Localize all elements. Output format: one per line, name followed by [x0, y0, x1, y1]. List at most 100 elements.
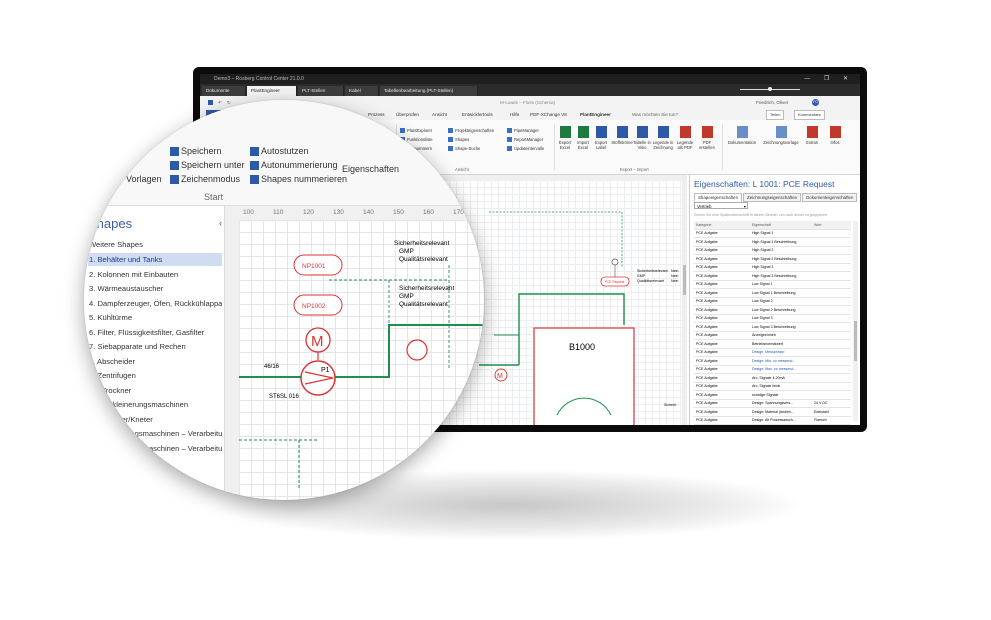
- tab-tabellenbearbeitung[interactable]: Tabellenbearbeitung (PLT-Stellen): [380, 86, 478, 96]
- properties-scrollbar[interactable]: [853, 221, 858, 421]
- legende-pdf-button[interactable]: Legende als PDF: [674, 126, 696, 150]
- shapes-nummerieren-button[interactable]: Shapes nummerieren: [250, 174, 347, 185]
- cell-val[interactable]: Flansch: [812, 416, 851, 425]
- cell-prop[interactable]: Design: Messprinzip: [750, 348, 812, 357]
- tab-dokumenteigenschaften[interactable]: Dokumenteigenschaften: [802, 193, 858, 202]
- cell-val[interactable]: [812, 390, 851, 400]
- cell-cat[interactable]: PCE Aufgabe: [694, 263, 750, 272]
- zeichnungsvorlage-button[interactable]: Zeichnungsvorlage: [761, 126, 801, 145]
- cell-val[interactable]: Edelstahl: [812, 407, 851, 417]
- cell-val[interactable]: [812, 237, 851, 247]
- updateintervalle-button[interactable]: Updateintervalle: [507, 146, 544, 152]
- stencil-item[interactable]: 7. Siebapparate und Rechen: [88, 340, 222, 353]
- vorlagen-button[interactable]: Vorlagen: [126, 174, 162, 184]
- cell-prop[interactable]: sonstige Signale: [750, 390, 812, 400]
- autostutzen-button[interactable]: Autostutzen: [250, 146, 309, 157]
- tabelle-visio-button[interactable]: Tabelle in Visio: [633, 126, 651, 150]
- table-row[interactable]: PCE Aufgabe High Signal 2 Beschreibung: [694, 254, 851, 264]
- cell-val[interactable]: [812, 373, 851, 383]
- cell-val[interactable]: [812, 339, 851, 349]
- cell-cat[interactable]: PCE Aufgabe: [694, 407, 750, 417]
- table-row[interactable]: PCE Aufgabe sonstige Signale: [694, 390, 851, 400]
- stencil-item[interactable]: 4. Dampferzeuger, Öfen, Rückkühlapparate: [88, 297, 222, 310]
- cell-prop[interactable]: Low Signal 3 Beschreibung: [750, 322, 812, 332]
- table-row[interactable]: PCE Aufgabe High Signal 3 Beschreibung: [694, 271, 851, 281]
- cell-cat[interactable]: PCE Aufgabe: [694, 424, 750, 425]
- table-row[interactable]: PCE Aufgabe Betriebsnormalwert: [694, 339, 851, 349]
- extras-button[interactable]: Extras: [803, 126, 821, 145]
- cell-prop[interactable]: High Signal 1 Beschreibung: [750, 237, 812, 247]
- cell-cat[interactable]: PCE Aufgabe: [694, 297, 750, 306]
- canvas-scrollbar[interactable]: [682, 175, 687, 425]
- cell-cat[interactable]: PCE Aufgabe: [694, 322, 750, 332]
- import-excel-button[interactable]: Import Excel: [574, 126, 592, 150]
- reportmanager-button[interactable]: ReportManager: [507, 137, 543, 143]
- table-row[interactable]: PCE Aufgabe Design: Messprinzip: [694, 348, 851, 357]
- table-row[interactable]: PCE AufgabeDesign: Nennweite Proze...40: [694, 424, 851, 425]
- cell-val[interactable]: [812, 314, 851, 323]
- table-row[interactable]: PCE Aufgabe Design: Spannungsvers... 24 V …: [694, 399, 851, 408]
- cell-val[interactable]: [812, 288, 851, 298]
- cell-cat[interactable]: PCE Aufgabe: [694, 416, 750, 425]
- infos-button[interactable]: Infos: [826, 126, 844, 145]
- cell-prop[interactable]: Low Signal 1 Beschreibung: [750, 288, 812, 298]
- cell-cat[interactable]: PCE Aufgabe: [694, 314, 750, 323]
- pdf-erstellen-button[interactable]: PDF erstellen: [696, 126, 718, 150]
- stencil-item[interactable]: 11. Zerkleinerungsmaschinen: [88, 398, 222, 411]
- cell-cat[interactable]: PCE Aufgabe: [694, 348, 750, 357]
- table-row[interactable]: PCE Aufgabe Low Signal 3: [694, 314, 851, 323]
- cell-prop[interactable]: Betriebsnormalwert: [750, 339, 812, 349]
- table-row[interactable]: PCE Aufgabe High Signal 2: [694, 246, 851, 255]
- speichern-unter-button[interactable]: Speichern unter: [170, 160, 245, 171]
- tab-shapeeigenschaften[interactable]: Shapeeigenschaften: [694, 193, 743, 202]
- cell-val[interactable]: [812, 356, 851, 366]
- stencil-item[interactable]: 13. Umgebungsmaschinen – Verarbeitu...: [88, 427, 222, 440]
- cell-prop[interactable]: High Signal 3 Beschreibung: [750, 271, 812, 281]
- tab-plantengineer[interactable]: PlantEngineer: [247, 86, 297, 96]
- stencil-item[interactable]: 9. Zentrifugen: [88, 369, 222, 382]
- export-excel-button[interactable]: Export Excel: [556, 126, 574, 150]
- table-row[interactable]: PCE Aufgabe High Signal 3: [694, 263, 851, 272]
- cell-val[interactable]: [812, 254, 851, 264]
- table-row[interactable]: PCE Aufgabe Anzeigeeinheit: [694, 331, 851, 340]
- cell-cat[interactable]: PCE Aufgabe: [694, 280, 750, 289]
- tell-me-search[interactable]: Was möchten Sie tun?: [632, 109, 678, 120]
- table-row[interactable]: PCE Aufgabe Low Signal 1 Beschreibung: [694, 288, 851, 298]
- dokumentation-button[interactable]: Dokumentation: [725, 126, 759, 145]
- tab-dokumente[interactable]: Dokumente: [202, 86, 246, 96]
- autonummerierung-button[interactable]: Autonummerierung: [250, 160, 338, 171]
- cell-prop[interactable]: Design: Spannungsvers...: [750, 399, 812, 408]
- avatar[interactable]: FO: [812, 99, 819, 106]
- table-row[interactable]: PCE Aufgabe Low Signal 2 Beschreibung: [694, 305, 851, 315]
- cell-val[interactable]: [812, 382, 851, 391]
- cell-cat[interactable]: PCE Aufgabe: [694, 390, 750, 400]
- cell-prop[interactable]: Design: Alt Prozessansch...: [750, 416, 812, 425]
- stencil-item[interactable]: 8. Abscheider: [88, 355, 222, 368]
- cell-cat[interactable]: PCE Aufgabe: [694, 288, 750, 298]
- zoom-slider-knob[interactable]: [768, 87, 772, 91]
- stencil-item[interactable]: 5. Kühltürme: [88, 311, 222, 324]
- column-eigenschaft[interactable]: Eigenschaft: [750, 221, 812, 230]
- cell-val[interactable]: [812, 280, 851, 289]
- cell-cat[interactable]: PCE Aufgabe: [694, 382, 750, 391]
- table-row[interactable]: PCE Aufgabe Design: Max. zu messend...: [694, 365, 851, 374]
- cell-cat[interactable]: PCE Aufgabe: [694, 365, 750, 374]
- tab-zeichnungseigenschaften[interactable]: Zeichnungseigenschaften: [743, 193, 802, 202]
- cell-prop[interactable]: Design: Max. zu messend...: [750, 365, 812, 374]
- cell-val[interactable]: [812, 305, 851, 315]
- table-row[interactable]: PCE Aufgabe Arc. Signale binär: [694, 382, 851, 391]
- cell-prop[interactable]: Design: Nennweite Proze...: [750, 424, 812, 425]
- comments-button[interactable]: Kommentare: [794, 110, 825, 120]
- cell-cat[interactable]: PCE Aufgabe: [694, 339, 750, 349]
- cell-cat[interactable]: PCE Aufgabe: [694, 356, 750, 366]
- cell-prop[interactable]: High Signal 2 Beschreibung: [750, 254, 812, 264]
- column-kategorie[interactable]: Kategorie: [694, 221, 750, 230]
- stencil-item[interactable]: 12. Mischer/Kneter: [88, 413, 222, 426]
- cell-cat[interactable]: PCE Aufgabe: [694, 237, 750, 247]
- lens-canvas[interactable]: NP1001 NP1002 M 46/16 ST6SL 016 P1 Siche…: [239, 220, 484, 500]
- cell-val[interactable]: [812, 229, 851, 238]
- cell-val[interactable]: [812, 322, 851, 332]
- cell-cat[interactable]: PCE Aufgabe: [694, 305, 750, 315]
- scroll-thumb[interactable]: [854, 321, 857, 361]
- table-row[interactable]: PCE Aufgabe Low Signal 3 Beschreibung: [694, 322, 851, 332]
